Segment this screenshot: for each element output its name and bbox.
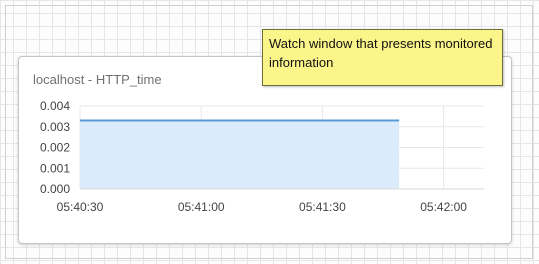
x-tick-label: 05:40:30	[57, 200, 104, 214]
series-area	[80, 120, 400, 189]
watch-window-tooltip: Watch window that presents monitored inf…	[262, 29, 503, 86]
x-tick-label: 05:42:00	[420, 200, 467, 214]
y-tick-label: 0.000	[40, 182, 70, 196]
x-tick-label: 05:41:00	[178, 200, 225, 214]
y-tick-label: 0.004	[40, 99, 70, 113]
y-tick-label: 0.003	[40, 120, 70, 134]
x-tick-label: 05:41:30	[299, 200, 346, 214]
y-tick-label: 0.001	[40, 161, 70, 175]
y-tick-label: 0.002	[40, 141, 70, 155]
chart-series	[80, 119, 400, 189]
